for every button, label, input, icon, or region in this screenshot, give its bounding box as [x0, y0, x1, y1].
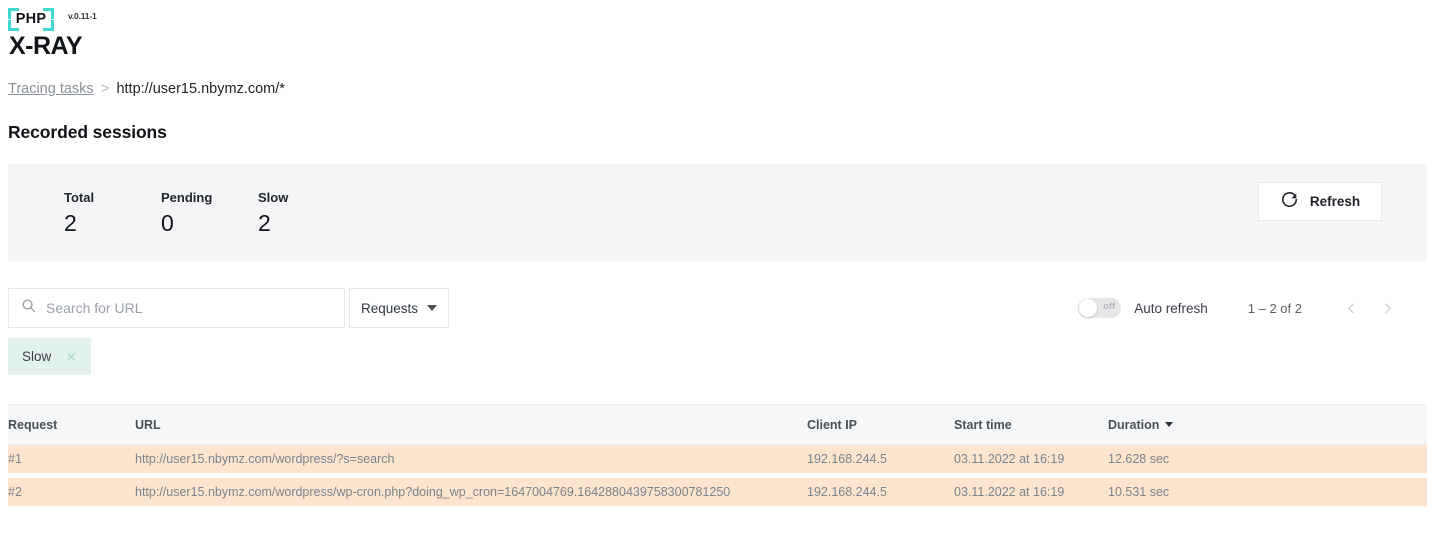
- toggle-knob: [1079, 299, 1098, 317]
- sessions-table-body: #1 http://user15.nbymz.com/wordpress/?s=…: [8, 444, 1427, 506]
- cell-duration: 12.628 sec: [1108, 451, 1170, 466]
- column-header-url-label: URL: [135, 417, 161, 432]
- column-header-request-label: Request: [8, 417, 58, 432]
- filter-bar: Search for URL Requests off Auto refresh…: [8, 288, 1427, 328]
- stat-total-label: Total: [64, 190, 95, 205]
- column-header-client-ip[interactable]: Client IP: [807, 405, 954, 445]
- pagination-controls: [1338, 295, 1400, 321]
- pagination-prev-button[interactable]: [1338, 295, 1364, 321]
- cell-start-time: 03.11.2022 at 16:19: [954, 484, 1065, 499]
- cell-start-time: 03.11.2022 at 16:19: [954, 451, 1065, 466]
- bracket-top-left: [8, 8, 19, 19]
- search-input-placeholder: Search for URL: [46, 300, 143, 316]
- app-name: X-RAY: [9, 32, 83, 60]
- breadcrumb: Tracing tasks > http://user15.nbymz.com/…: [8, 80, 1435, 97]
- sort-descending-icon: [1165, 422, 1174, 427]
- cell-url: http://user15.nbymz.com/wordpress/wp-cro…: [135, 484, 731, 499]
- stat-slow: Slow 2: [258, 190, 355, 235]
- table-row[interactable]: #2 http://user15.nbymz.com/wordpress/wp-…: [8, 477, 1427, 506]
- column-header-start-time-label: Start time: [954, 417, 1012, 432]
- php-badge-icon: PHP: [8, 8, 54, 31]
- bracket-bottom-left: [8, 20, 19, 31]
- stat-slow-label: Slow: [258, 190, 289, 205]
- close-icon[interactable]: ✕: [65, 350, 77, 364]
- table-header-row: Request URL Client IP Start time Duratio…: [8, 405, 1427, 445]
- bracket-bottom-right: [43, 20, 54, 31]
- breadcrumb-separator-icon: >: [100, 80, 110, 97]
- stats-group: Total 2 Pending 0 Slow 2: [64, 190, 355, 235]
- auto-refresh-toggle[interactable]: off: [1078, 298, 1122, 318]
- stats-panel: Total 2 Pending 0 Slow 2 Refresh: [8, 164, 1427, 261]
- active-filter-chips: Slow ✕: [8, 338, 1427, 375]
- requests-dropdown[interactable]: Requests: [349, 288, 449, 328]
- auto-refresh-label: Auto refresh: [1134, 300, 1208, 316]
- cell-client-ip: 192.168.244.5: [807, 484, 887, 499]
- column-header-url[interactable]: URL: [135, 405, 807, 445]
- column-header-duration-label: Duration: [1108, 417, 1160, 432]
- table-controls: off Auto refresh 1 – 2 of 2: [1078, 288, 1400, 328]
- app-header: PHP v.0.11-1 X-RAY: [0, 0, 1435, 62]
- search-input[interactable]: Search for URL: [8, 288, 345, 328]
- pagination-info: 1 – 2 of 2: [1247, 300, 1302, 316]
- stat-total-value: 2: [64, 210, 77, 236]
- stat-total: Total 2: [64, 190, 161, 235]
- page-title: Recorded sessions: [8, 122, 167, 142]
- breadcrumb-link-tracing-tasks[interactable]: Tracing tasks: [8, 81, 94, 97]
- search-icon: [21, 298, 36, 318]
- cell-duration: 10.531 sec: [1108, 484, 1170, 499]
- cell-request: #1: [8, 451, 22, 466]
- column-header-duration[interactable]: Duration: [1108, 405, 1427, 445]
- breadcrumb-current: http://user15.nbymz.com/*: [116, 80, 285, 97]
- stat-slow-value: 2: [258, 210, 271, 236]
- sessions-table-header: Request URL Client IP Start time Duratio…: [8, 405, 1427, 445]
- auto-refresh-state: off: [1103, 301, 1116, 312]
- chevron-down-icon: [427, 305, 438, 311]
- app-version: v.0.11-1: [68, 11, 97, 21]
- stat-pending-value: 0: [161, 210, 174, 236]
- column-header-request[interactable]: Request: [8, 405, 135, 445]
- filter-chip-slow[interactable]: Slow ✕: [8, 338, 91, 375]
- pagination-next-button[interactable]: [1374, 295, 1400, 321]
- sessions-table-wrapper: Request URL Client IP Start time Duratio…: [8, 404, 1427, 506]
- refresh-icon: [1280, 190, 1299, 214]
- cell-url: http://user15.nbymz.com/wordpress/?s=sea…: [135, 451, 395, 466]
- requests-dropdown-label: Requests: [360, 300, 419, 316]
- column-header-start-time[interactable]: Start time: [954, 405, 1108, 445]
- table-row[interactable]: #1 http://user15.nbymz.com/wordpress/?s=…: [8, 444, 1427, 473]
- refresh-button[interactable]: Refresh: [1258, 182, 1382, 221]
- app-logo: PHP v.0.11-1: [8, 8, 1435, 31]
- refresh-button-label: Refresh: [1309, 194, 1361, 209]
- stat-pending: Pending 0: [161, 190, 258, 235]
- sessions-table: Request URL Client IP Start time Duratio…: [8, 405, 1427, 506]
- bracket-top-right: [43, 8, 54, 19]
- cell-request: #2: [8, 484, 22, 499]
- php-logo-text: PHP: [15, 11, 47, 28]
- cell-client-ip: 192.168.244.5: [807, 451, 887, 466]
- filter-chip-label: Slow: [22, 349, 52, 364]
- column-header-client-ip-label: Client IP: [807, 417, 858, 432]
- stat-pending-label: Pending: [161, 190, 213, 205]
